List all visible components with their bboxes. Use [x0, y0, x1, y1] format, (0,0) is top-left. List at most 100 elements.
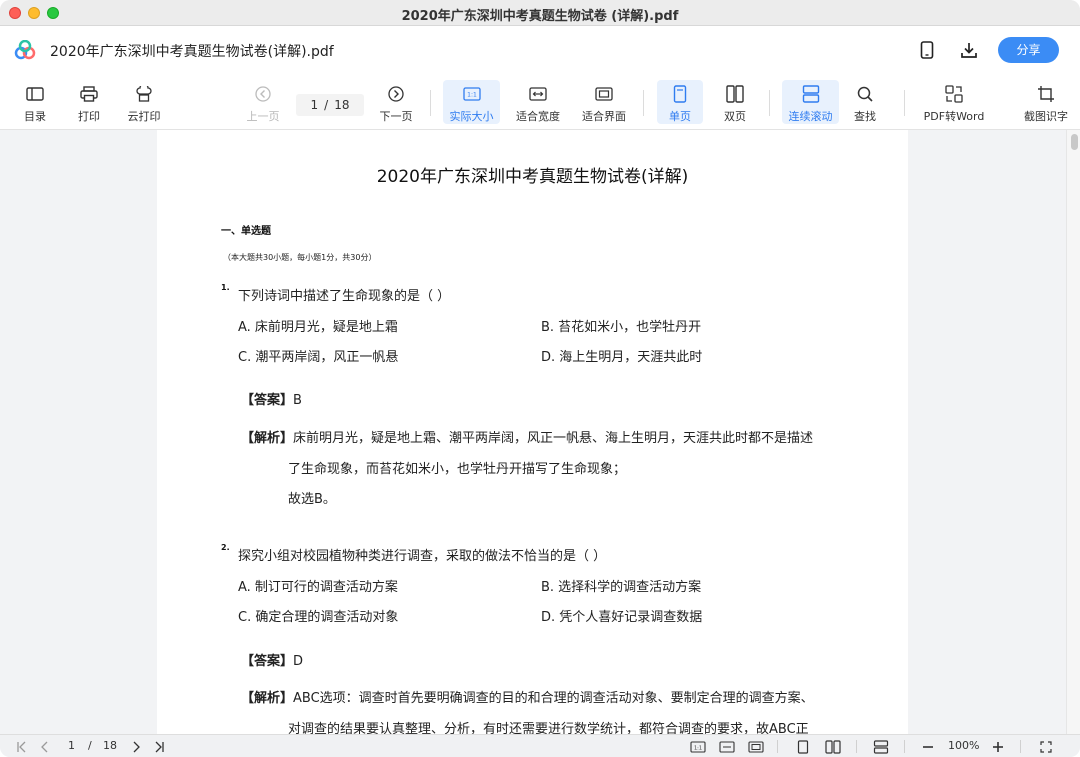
- vertical-scrollbar[interactable]: [1066, 130, 1080, 734]
- section-note: （本大题共30小题，每小题1分，共30分）: [223, 253, 377, 262]
- actual-size-icon: 1:1: [462, 83, 481, 105]
- document-title: 2020年广东深圳中考真题生物试卷(详解).pdf: [50, 44, 334, 60]
- status-divider: [904, 740, 905, 753]
- total-pages-value: 18: [334, 98, 350, 112]
- zoom-out-icon[interactable]: [920, 738, 936, 755]
- answer-value: D: [293, 654, 304, 669]
- question-number: 2.: [221, 543, 230, 552]
- analysis-text: 了生命现象，而苔花如米小，也学牡丹开描写了生命现象；: [288, 462, 627, 477]
- pdf-to-word-button[interactable]: PDF转Word: [920, 80, 988, 124]
- app-window: 2020年广东深圳中考真题生物试卷 (详解).pdf 2020年广东深圳中考真题…: [0, 0, 1080, 757]
- continuous-scroll-button[interactable]: 连续滚动: [782, 80, 839, 124]
- toolbar-divider: [643, 90, 644, 116]
- answer-label: 【答案】: [241, 393, 294, 408]
- print-label: 打印: [78, 110, 100, 123]
- answer-line: 【答案】B: [241, 389, 302, 408]
- window-title: 2020年广东深圳中考真题生物试卷 (详解).pdf: [401, 9, 679, 24]
- option-d: D. 海上生明月，天涯共此时: [541, 350, 703, 365]
- pdf-page: 2020年广东深圳中考真题生物试卷(详解) 一、单选题 （本大题共30小题，每小…: [157, 130, 908, 734]
- single-page-icon: [673, 83, 687, 105]
- first-page-icon[interactable]: [14, 738, 30, 755]
- actual-size-button[interactable]: 1:1 实际大小: [443, 80, 500, 124]
- status-divider: [856, 740, 857, 753]
- prev-page-button[interactable]: 上一页: [244, 80, 282, 124]
- phone-icon[interactable]: [915, 38, 939, 62]
- single-page-label: 单页: [669, 110, 691, 123]
- status-bar: 1 / 18 1:1 100%: [0, 734, 1080, 757]
- toc-button[interactable]: 目录: [18, 80, 52, 124]
- scrollbar-thumb[interactable]: [1071, 134, 1078, 150]
- zoom-in-icon[interactable]: [990, 738, 1006, 755]
- option-d: D. 凭个人喜好记录调查数据: [541, 610, 703, 625]
- fit-page-button[interactable]: 适合界面: [577, 80, 631, 124]
- fit-width-button[interactable]: 适合宽度: [511, 80, 565, 124]
- status-divider: [777, 740, 778, 753]
- toolbar-divider: [769, 90, 770, 116]
- status-divider: [1020, 740, 1021, 753]
- next-page-label: 下一页: [379, 110, 413, 123]
- chevron-left-icon[interactable]: [38, 738, 52, 755]
- share-button[interactable]: 分享: [998, 37, 1059, 63]
- double-page-button[interactable]: 双页: [713, 80, 757, 124]
- option-b: B. 选择科学的调查活动方案: [541, 580, 702, 595]
- find-label: 查找: [854, 110, 876, 123]
- chevron-right-icon[interactable]: [129, 738, 143, 755]
- section-heading: 一、单选题: [221, 226, 271, 237]
- ocr-button[interactable]: 截图识字: [1020, 80, 1072, 124]
- print-button[interactable]: 打印: [72, 80, 106, 124]
- double-page-icon: [726, 83, 744, 105]
- question-text: 探究小组对校园植物种类进行调查，采取的做法不恰当的是（ ）: [238, 549, 607, 564]
- find-button[interactable]: 查找: [848, 80, 882, 124]
- fit-width-icon[interactable]: [718, 738, 736, 755]
- search-icon: [856, 83, 874, 105]
- status-total-pages: 18: [103, 739, 117, 752]
- single-page-icon[interactable]: [795, 738, 811, 755]
- answer-line: 【答案】D: [241, 650, 303, 669]
- page-separator: /: [324, 98, 329, 112]
- continuous-scroll-label: 连续滚动: [788, 110, 833, 123]
- fullscreen-icon[interactable]: [1038, 738, 1054, 755]
- continuous-scroll-icon: [802, 83, 820, 105]
- double-page-label: 双页: [724, 110, 746, 123]
- analysis-text: 对调查的结果要认真整理、分析，有时还需要进行数学统计，都符合调查的要求，故ABC…: [288, 722, 809, 734]
- toc-label: 目录: [24, 110, 46, 123]
- option-c: C. 潮平两岸阔，风正一帆悬: [238, 350, 399, 365]
- toolbar-divider: [430, 90, 431, 116]
- continuous-scroll-icon[interactable]: [872, 738, 890, 755]
- actual-size-icon[interactable]: 1:1: [689, 738, 707, 755]
- analysis-text: 故选B。: [288, 492, 336, 507]
- ocr-label: 截图识字: [1024, 110, 1068, 123]
- convert-icon: [945, 83, 963, 105]
- question-text: 下列诗词中描述了生命现象的是（ ）: [238, 289, 451, 304]
- cloud-print-button[interactable]: 云打印: [122, 80, 166, 124]
- answer-label: 【答案】: [241, 654, 294, 669]
- single-page-button[interactable]: 单页: [657, 80, 703, 124]
- svg-text:1:1: 1:1: [694, 745, 702, 751]
- app-logo-icon: [14, 39, 36, 60]
- page-number-input[interactable]: 1 / 18: [296, 94, 364, 116]
- analysis-line: 【解析】床前明月光，疑是地上霜、潮平两岸阔，风正一帆悬、海上生明月，天涯共此时都…: [241, 427, 813, 446]
- option-c: C. 确定合理的调查活动对象: [238, 610, 399, 625]
- zoom-level[interactable]: 100%: [948, 739, 979, 752]
- toolbar-divider: [904, 90, 905, 116]
- chevron-right-circle-icon: [388, 83, 404, 105]
- answer-value: B: [293, 393, 302, 408]
- prev-page-label: 上一页: [246, 110, 280, 123]
- download-icon[interactable]: [957, 38, 981, 62]
- question-number: 1.: [221, 283, 230, 292]
- svg-text:1:1: 1:1: [467, 92, 477, 99]
- last-page-icon[interactable]: [151, 738, 167, 755]
- analysis-text: ABC选项：调查时首先要明确调查的目的和合理的调查活动对象、要制定合理的调查方案…: [293, 691, 814, 706]
- toolbar: 目录 打印 云打印 上一页 1 / 18 下一页 1:1 实际大小 适合宽度 适…: [0, 74, 1080, 130]
- fit-page-icon[interactable]: [747, 738, 765, 755]
- double-page-icon[interactable]: [824, 738, 842, 755]
- document-viewport[interactable]: 2020年广东深圳中考真题生物试卷(详解) 一、单选题 （本大题共30小题，每小…: [0, 130, 1080, 734]
- status-current-page[interactable]: 1: [68, 739, 75, 752]
- analysis-label: 【解析】: [241, 691, 294, 706]
- app-header: 2020年广东深圳中考真题生物试卷(详解).pdf 分享: [0, 26, 1080, 74]
- status-page-separator: /: [88, 739, 92, 752]
- actual-size-label: 实际大小: [449, 110, 494, 123]
- analysis-text: 床前明月光，疑是地上霜、潮平两岸阔，风正一帆悬、海上生明月，天涯共此时都不是描述: [293, 431, 814, 446]
- printer-icon: [80, 83, 98, 105]
- next-page-button[interactable]: 下一页: [376, 80, 416, 124]
